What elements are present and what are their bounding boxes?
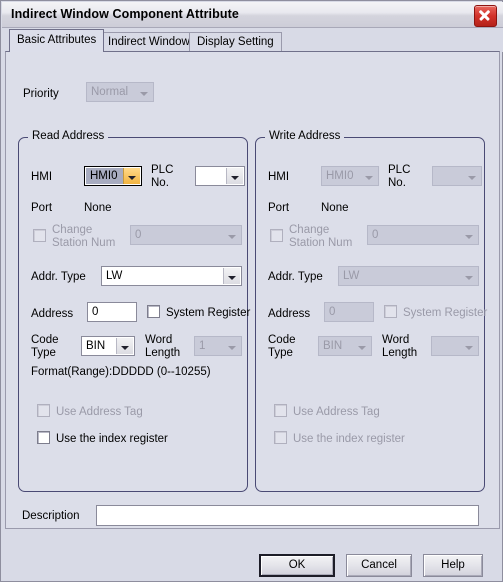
write-change-station-label-line2: Station Num	[289, 237, 353, 249]
read-plc-no-dropdown[interactable]	[195, 166, 245, 186]
write-change-station-label-line1: Change	[289, 224, 330, 236]
read-code-type-label-line1: Code	[31, 334, 59, 346]
title-bar: Indirect Window Component Attribute	[2, 2, 503, 28]
read-code-type-dropdown[interactable]: BIN	[81, 336, 135, 356]
read-port-value: None	[84, 202, 112, 214]
tab-strip: Basic Attributes Indirect Window Display…	[2, 28, 503, 52]
ok-button[interactable]: OK	[259, 554, 335, 577]
write-addr-type-label: Addr. Type	[268, 271, 323, 283]
description-label: Description	[22, 510, 80, 522]
write-station-num-value: 0	[372, 229, 379, 241]
read-station-num-dropdown: 0	[130, 225, 242, 245]
write-address-group-title: Write Address	[265, 130, 345, 142]
priority-dropdown: Normal	[86, 82, 154, 102]
write-use-address-tag-label: Use Address Tag	[293, 406, 380, 418]
write-use-index-register-checkbox	[274, 431, 287, 444]
read-change-station-num-checkbox	[33, 229, 46, 242]
read-use-address-tag-label: Use Address Tag	[56, 406, 143, 418]
read-change-station-label-line1: Change	[52, 224, 93, 236]
read-address-group: Read Address HMI HMI0 PLC No. Port None …	[18, 130, 251, 492]
read-hmi-label: HMI	[31, 171, 53, 183]
read-word-length-label-line1: Word	[145, 334, 173, 346]
write-port-label: Port	[268, 202, 290, 214]
close-icon[interactable]	[474, 5, 497, 27]
write-hmi-value: HMI0	[326, 170, 354, 182]
write-address-input: 0	[324, 302, 374, 322]
read-use-address-tag-checkbox	[37, 404, 50, 417]
cancel-button[interactable]: Cancel	[346, 554, 412, 577]
chevron-down-icon	[464, 168, 480, 184]
write-addr-type-dropdown: LW	[338, 266, 479, 286]
read-word-length-dropdown: 1	[194, 336, 242, 356]
read-plc-label-line2: No.	[151, 177, 169, 189]
write-use-address-tag-checkbox	[274, 404, 287, 417]
chevron-down-icon	[224, 227, 240, 243]
tab-page-basic-attributes: Priority Normal Read Address HMI HMI0 PL…	[5, 51, 500, 529]
write-address-label: Address	[268, 308, 311, 320]
write-code-type-dropdown: BIN	[318, 336, 372, 356]
tab-indirect-window[interactable]: Indirect Window	[100, 32, 198, 52]
read-use-index-register-label: Use the index register	[56, 433, 168, 445]
write-addr-type-value: LW	[343, 270, 360, 282]
write-word-length-label-line1: Word	[382, 334, 410, 346]
dialog-window: Indirect Window Component Attribute Basi…	[0, 0, 503, 582]
read-station-num-value: 0	[135, 229, 142, 241]
help-button[interactable]: Help	[423, 554, 483, 577]
write-word-length-label-line2: Length	[382, 347, 418, 359]
read-code-type-label-line2: Type	[31, 347, 56, 359]
read-port-label: Port	[31, 202, 53, 214]
write-port-value: None	[321, 202, 349, 214]
write-code-type-label-line2: Type	[268, 347, 293, 359]
chevron-down-icon	[224, 338, 240, 354]
chevron-down-icon	[461, 338, 477, 354]
write-plc-label-line2: No.	[388, 177, 406, 189]
chevron-down-icon[interactable]	[116, 338, 133, 354]
read-addr-type-value: LW	[106, 270, 123, 282]
read-addr-type-label: Addr. Type	[31, 271, 86, 283]
read-word-length-label-line2: Length	[145, 347, 181, 359]
window-title: Indirect Window Component Attribute	[11, 7, 239, 21]
read-code-type-value: BIN	[86, 340, 106, 352]
read-hmi-dropdown[interactable]: HMI0	[84, 166, 142, 186]
read-system-register-label: System Register	[166, 307, 251, 319]
read-address-input[interactable]: 0	[87, 302, 137, 322]
chevron-down-icon	[361, 168, 377, 184]
priority-label: Priority	[23, 88, 59, 100]
read-plc-label-line1: PLC	[151, 164, 174, 176]
read-system-register-checkbox[interactable]	[147, 305, 160, 318]
read-address-group-title: Read Address	[28, 130, 109, 142]
write-code-type-label-line1: Code	[268, 334, 296, 346]
read-address-label: Address	[31, 308, 74, 320]
write-station-num-dropdown: 0	[367, 225, 479, 245]
write-plc-no-dropdown	[432, 166, 482, 186]
write-system-register-label: System Register	[403, 307, 488, 319]
chevron-down-icon	[461, 227, 477, 243]
read-hmi-value: HMI0	[90, 170, 118, 182]
read-format-range-text: Format(Range):DDDDD (0--10255)	[31, 366, 211, 378]
write-address-group: Write Address HMI HMI0 PLC No. Port None…	[255, 130, 488, 492]
chevron-down-icon	[354, 338, 370, 354]
read-word-length-value: 1	[199, 340, 206, 352]
write-hmi-dropdown: HMI0	[321, 166, 379, 186]
chevron-down-icon[interactable]	[226, 168, 243, 184]
chevron-down-icon[interactable]	[123, 168, 140, 184]
write-word-length-dropdown	[431, 336, 479, 356]
write-system-register-checkbox	[384, 305, 397, 318]
chevron-down-icon	[461, 268, 477, 284]
write-use-index-register-label: Use the index register	[293, 433, 405, 445]
write-code-type-value: BIN	[323, 340, 343, 352]
description-input[interactable]	[96, 505, 479, 526]
write-plc-label-line1: PLC	[388, 164, 411, 176]
read-change-station-label-line2: Station Num	[52, 237, 116, 249]
chevron-down-icon[interactable]	[223, 268, 240, 284]
read-use-index-register-checkbox[interactable]	[37, 431, 50, 444]
priority-value: Normal	[91, 86, 129, 98]
tab-basic-attributes[interactable]: Basic Attributes	[9, 29, 105, 52]
read-addr-type-dropdown[interactable]: LW	[101, 266, 242, 286]
write-hmi-label: HMI	[268, 171, 290, 183]
write-change-station-num-checkbox	[270, 229, 283, 242]
tab-display-setting[interactable]: Display Setting	[189, 32, 282, 52]
chevron-down-icon	[136, 84, 152, 100]
